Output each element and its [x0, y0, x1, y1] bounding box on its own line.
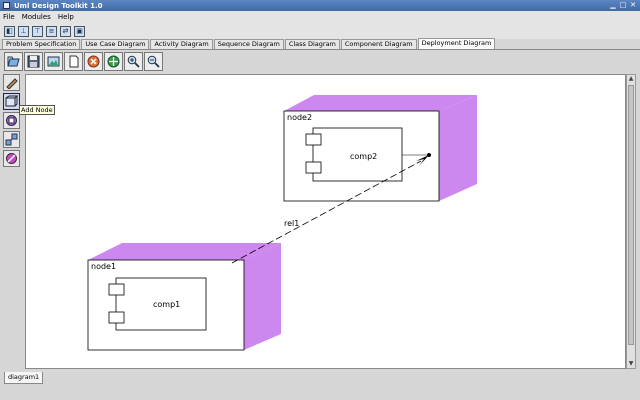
node2-label: node2	[287, 113, 312, 122]
title-bar: Uml Design Toolkit 1.0 ▁ □ ✕	[0, 0, 640, 11]
comp2-label: comp2	[350, 152, 377, 161]
window-controls: ▁ □ ✕	[609, 1, 637, 9]
database-icon[interactable]: ≡	[46, 25, 57, 37]
maximize-icon[interactable]: □	[619, 1, 627, 9]
new-icon[interactable]: ◧	[4, 25, 15, 37]
main-toolbar: ◧ ⊥ ⊤ ≡ ⇄ ▣	[0, 23, 640, 39]
scroll-thumb[interactable]	[628, 85, 634, 345]
status-bar	[0, 386, 640, 400]
menu-bar: File Modules Help	[0, 11, 640, 23]
move-icon[interactable]	[104, 52, 123, 71]
tree-icon[interactable]: ⊤	[32, 25, 43, 37]
comp1-port-top	[108, 283, 125, 296]
comp2-interface-dot	[427, 153, 431, 157]
tab-component-diagram[interactable]: Component Diagram	[340, 39, 417, 49]
zoom-in-icon[interactable]	[124, 52, 143, 71]
menu-file[interactable]: File	[3, 13, 15, 21]
transfer-icon[interactable]: ⇄	[60, 25, 71, 37]
component-comp1[interactable]: comp1	[108, 277, 207, 331]
node2-side-face	[439, 95, 477, 201]
open-icon[interactable]	[4, 52, 23, 71]
tab-class-diagram[interactable]: Class Diagram	[284, 39, 340, 49]
minimize-icon[interactable]: ▁	[609, 1, 617, 9]
tab-diagram1[interactable]: diagram1	[4, 372, 44, 384]
node-node1[interactable]: node1 comp1	[87, 243, 281, 351]
window-icon[interactable]: ▣	[74, 25, 85, 37]
add-component-icon[interactable]	[3, 112, 20, 129]
window-title: Uml Design Toolkit 1.0	[14, 1, 103, 10]
comp2-port-bottom	[305, 161, 322, 174]
close-icon[interactable]: ✕	[629, 1, 637, 9]
app-icon	[3, 2, 10, 9]
scroll-down-icon[interactable]: ▼	[627, 360, 635, 368]
tab-use-case-diagram[interactable]: Use Case Diagram	[81, 39, 150, 49]
zoom-out-icon[interactable]	[144, 52, 163, 71]
diagram-tabs: Problem Specification Use Case Diagram A…	[0, 38, 640, 50]
scroll-up-icon[interactable]: ▲	[627, 75, 635, 83]
tab-sequence-diagram[interactable]: Sequence Diagram	[213, 39, 284, 49]
stop-icon[interactable]	[84, 52, 103, 71]
tab-deployment-diagram[interactable]: Deployment Diagram	[417, 38, 496, 49]
save-icon[interactable]	[24, 52, 43, 71]
component-comp2[interactable]: comp2	[305, 127, 403, 182]
pencil-icon[interactable]	[3, 74, 20, 91]
element-palette	[3, 74, 22, 170]
node1-side-face	[244, 243, 281, 350]
export-image-icon[interactable]	[44, 52, 63, 71]
tab-problem-specification[interactable]: Problem Specification	[2, 39, 81, 49]
delete-icon[interactable]	[3, 150, 20, 167]
hierarchy-icon[interactable]: ⊥	[18, 25, 29, 37]
deployment-diagram: node2 comp2 node1 comp1 rel1	[87, 95, 477, 351]
node-node2[interactable]: node2 comp2	[283, 95, 477, 202]
rel1-label: rel1	[284, 219, 299, 228]
comp1-port-bottom	[108, 311, 125, 324]
diagram-canvas[interactable]: node2 comp2 node1 comp1 rel1	[25, 74, 626, 369]
menu-modules[interactable]: Modules	[22, 13, 51, 21]
tab-activity-diagram[interactable]: Activity Diagram	[150, 39, 213, 49]
node1-label: node1	[91, 262, 116, 271]
vertical-scrollbar[interactable]: ▲ ▼	[626, 74, 636, 369]
menu-help[interactable]: Help	[58, 13, 74, 21]
comp2-port-top	[305, 133, 322, 146]
diagram-toolbar	[4, 52, 163, 73]
new-page-icon[interactable]	[64, 52, 83, 71]
add-node-icon[interactable]	[3, 93, 20, 110]
tooltip: Add Node	[19, 105, 55, 115]
comp1-label: comp1	[153, 300, 180, 309]
add-link-icon[interactable]	[3, 131, 20, 148]
diagram-sheet-tabs: diagram1	[0, 372, 640, 386]
